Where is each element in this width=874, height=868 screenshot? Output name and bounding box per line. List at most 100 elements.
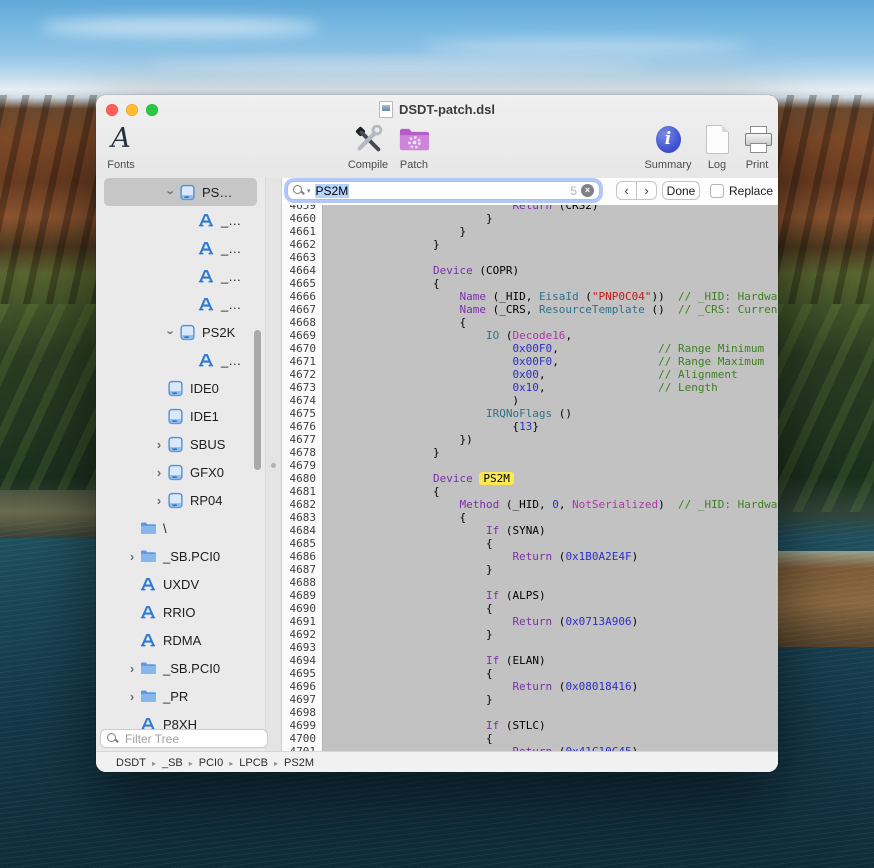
code-text: } — [323, 563, 493, 576]
breadcrumb-item-LPCB[interactable]: LPCB — [239, 757, 268, 769]
tree-item-label: _… — [221, 297, 241, 312]
code-line: 4697 } — [282, 693, 778, 706]
code-text: Return (0x0713A906) — [323, 615, 638, 628]
chevron-down-icon[interactable]: › — [163, 185, 179, 200]
code-line: 4668 { — [282, 316, 778, 329]
code-line: 4692 } — [282, 628, 778, 641]
line-number: 4680 — [282, 472, 323, 485]
code-line: 4693 — [282, 641, 778, 654]
tree-item-label: PS… — [202, 185, 232, 200]
line-number: 4681 — [282, 485, 323, 498]
chevron-right-icon[interactable]: › — [124, 549, 140, 564]
tree-item-SBUS[interactable]: ›SBUS — [104, 430, 257, 458]
device-icon — [167, 436, 184, 453]
filter-tree-input[interactable]: Filter Tree — [100, 729, 268, 748]
summary-button[interactable]: i Summary — [640, 119, 696, 171]
breadcrumb-separator-icon: ▸ — [152, 759, 156, 768]
line-number: 4667 — [282, 303, 323, 316]
code-text: IO (Decode16, — [323, 329, 572, 342]
code-text — [323, 251, 327, 264]
code-text: Return (CRS2) — [323, 205, 599, 212]
line-number: 4684 — [282, 524, 323, 537]
line-number: 4679 — [282, 459, 323, 472]
tree-item-_[interactable]: _… — [104, 262, 257, 290]
chevron-right-icon[interactable]: › — [124, 689, 140, 704]
maciasl-window: DSDT-patch.dsl A Fonts Compile — [96, 95, 778, 772]
code-text — [323, 706, 327, 719]
code-line: 4671 0x00F0, // Range Maximum — [282, 355, 778, 368]
clear-search-icon[interactable]: × — [581, 184, 594, 197]
tree-item-PS2K[interactable]: › PS2K — [104, 318, 257, 346]
tree-item-IDE0[interactable]: IDE0 — [104, 374, 257, 402]
line-number: 4676 — [282, 420, 323, 433]
tree-item-_PR[interactable]: ›_PR — [104, 682, 257, 710]
code-line: 4664 Device (COPR) — [282, 264, 778, 277]
code-text — [323, 459, 327, 472]
code-line: 4694 If (ELAN) — [282, 654, 778, 667]
tree-item-GFX0[interactable]: ›GFX0 — [104, 458, 257, 486]
code-editor[interactable]: 4659 Return (CRS2)4660 }4661 }4662 }4663… — [282, 205, 778, 752]
breadcrumb-item-_SB[interactable]: _SB — [162, 757, 183, 769]
tree-item-UXDV[interactable]: UXDV — [104, 570, 257, 598]
chevron-right-icon[interactable]: › — [151, 437, 167, 452]
code-text: { — [323, 667, 493, 680]
code-text — [323, 576, 327, 589]
code-text: {13} — [323, 420, 539, 433]
tree-item-PS[interactable]: › PS… — [104, 178, 257, 206]
code-text: { — [323, 277, 440, 290]
tree-item-_[interactable]: _… — [104, 206, 257, 234]
patch-button[interactable]: Patch — [390, 119, 438, 171]
code-line: 4672 0x00, // Alignment — [282, 368, 778, 381]
print-icon — [744, 126, 771, 152]
tree-item-IDE1[interactable]: IDE1 — [104, 402, 257, 430]
find-previous-button[interactable]: ‹ — [616, 181, 637, 200]
sidebar-scrollbar[interactable] — [254, 330, 261, 470]
tree-item-RDMA[interactable]: RDMA — [104, 626, 257, 654]
tree-item-_[interactable]: _… — [104, 346, 257, 374]
tree-item-_SBPCI0[interactable]: ›_SB.PCI0 — [104, 654, 257, 682]
code-line: 4673 0x10, // Length — [282, 381, 778, 394]
line-number: 4692 — [282, 628, 323, 641]
breadcrumb-item-PS2M[interactable]: PS2M — [284, 757, 314, 769]
print-button[interactable]: Print — [737, 119, 777, 171]
tree-item-label: PS2K — [202, 325, 235, 340]
tree-item-RRIO[interactable]: RRIO — [104, 598, 257, 626]
find-next-button[interactable]: › — [636, 181, 657, 200]
breadcrumb-item-PCI0[interactable]: PCI0 — [199, 757, 223, 769]
log-label: Log — [708, 159, 726, 171]
search-options-chevron-icon[interactable]: ▾ — [307, 187, 311, 195]
tree-item-label: _… — [221, 353, 241, 368]
breadcrumb-item-DSDT[interactable]: DSDT — [116, 757, 146, 769]
line-number: 4660 — [282, 212, 323, 225]
filter-placeholder: Filter Tree — [125, 732, 179, 746]
code-text: IRQNoFlags () — [323, 407, 572, 420]
done-button[interactable]: Done — [662, 181, 700, 200]
search-input[interactable]: ▾ PS2M 5 × — [287, 181, 600, 200]
tree-item-_[interactable]: _… — [104, 290, 257, 318]
line-number: 4700 — [282, 732, 323, 745]
tree-item-root[interactable]: \ — [104, 514, 257, 542]
tree-item-label: _… — [221, 269, 241, 284]
tree-item-_SBPCI0[interactable]: ›_SB.PCI0 — [104, 542, 257, 570]
breadcrumb-separator-icon: ▸ — [229, 759, 233, 768]
tree-item-_[interactable]: _… — [104, 234, 257, 262]
tree-item-RP04[interactable]: ›RP04 — [104, 486, 257, 514]
line-number: 4671 — [282, 355, 323, 368]
line-number: 4685 — [282, 537, 323, 550]
chevron-right-icon[interactable]: › — [124, 661, 140, 676]
replace-checkbox[interactable] — [710, 184, 724, 198]
chevron-right-icon[interactable]: › — [151, 493, 167, 508]
chevron-down-icon[interactable]: › — [163, 325, 179, 340]
previous-chevron-icon: ‹ — [624, 183, 628, 198]
code-line: 4669 IO (Decode16, — [282, 329, 778, 342]
log-button[interactable]: Log — [697, 119, 737, 171]
compile-button[interactable]: Compile — [342, 119, 394, 171]
chevron-right-icon[interactable]: › — [151, 465, 167, 480]
device-icon — [179, 324, 196, 341]
fonts-button[interactable]: A Fonts — [98, 119, 144, 171]
line-number: 4691 — [282, 615, 323, 628]
code-text: If (STLC) — [323, 719, 546, 732]
split-divider[interactable] — [265, 178, 282, 752]
code-line: 4695 { — [282, 667, 778, 680]
code-line: 4663 — [282, 251, 778, 264]
